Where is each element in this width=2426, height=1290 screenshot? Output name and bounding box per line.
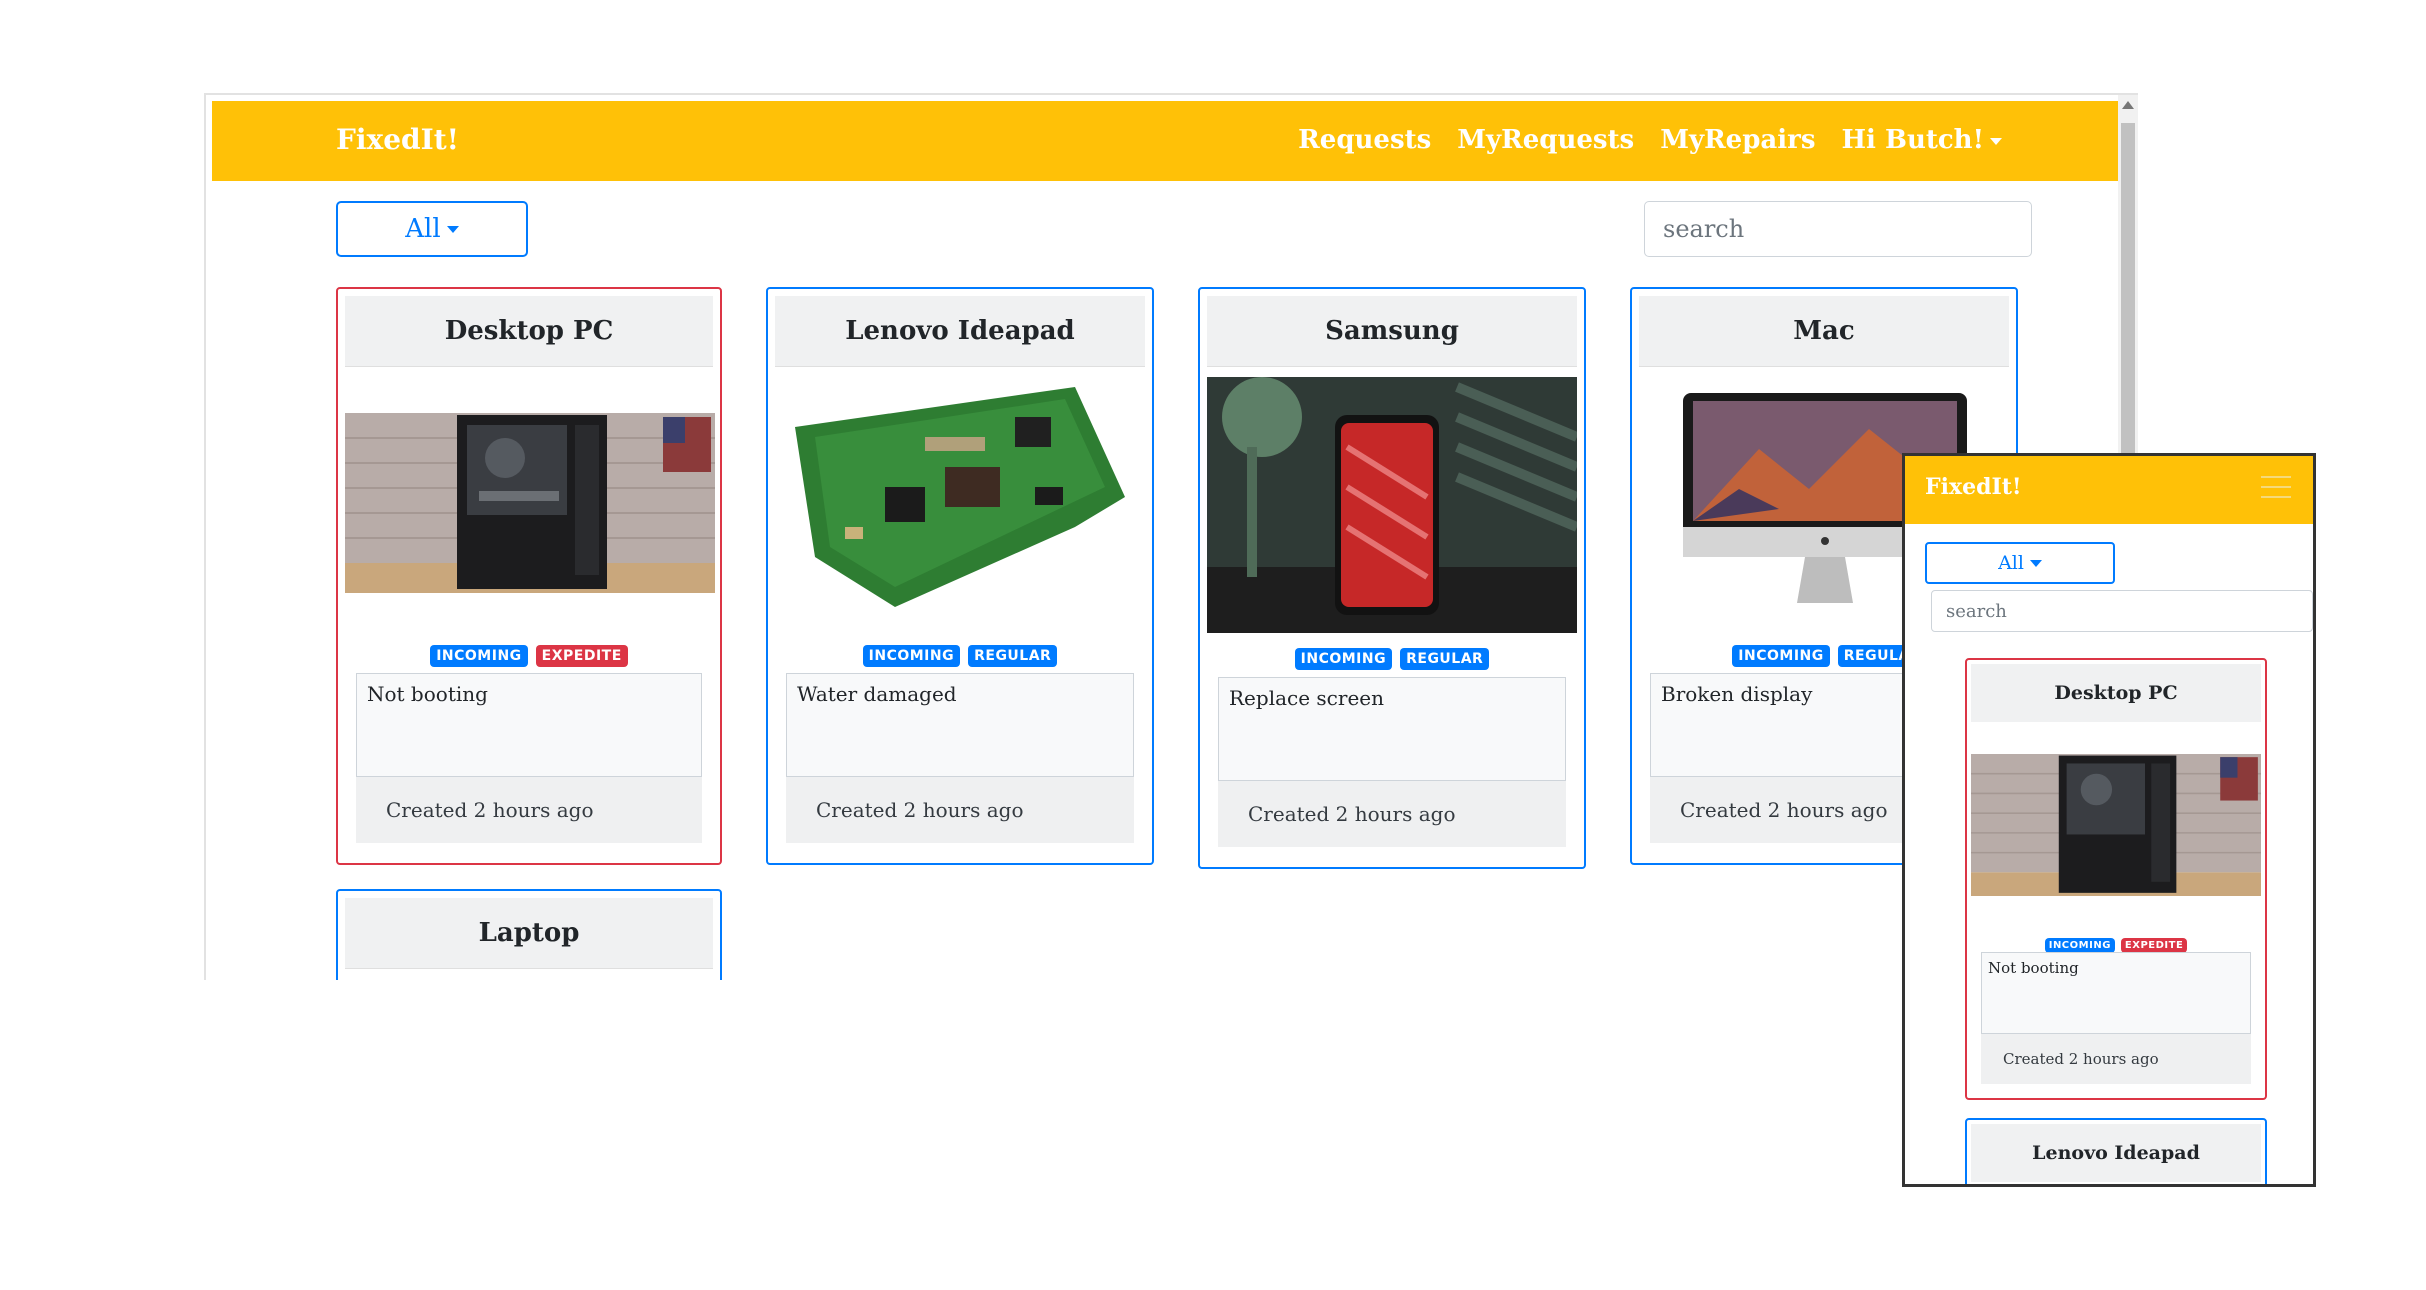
motherboard-image xyxy=(775,377,1145,627)
request-card[interactable]: Samsung INCOMING REGULAR Replace screen … xyxy=(1198,287,1586,869)
navbar: FixedIt! Requests MyRequests MyRepairs H… xyxy=(212,101,2118,181)
card-title: Mac xyxy=(1639,296,2009,367)
card-title: Laptop xyxy=(345,898,713,969)
nav-links: Requests MyRequests MyRepairs Hi Butch! xyxy=(1298,125,2002,155)
nav-link-myrepairs[interactable]: MyRepairs xyxy=(1660,125,1815,155)
mobile-filter-label: All xyxy=(1998,552,2024,574)
status-filter-dropdown[interactable]: All xyxy=(336,201,528,257)
scroll-up-arrow-icon[interactable] xyxy=(2122,101,2134,109)
card-description: Not booting xyxy=(356,673,702,777)
desktop-pc-image xyxy=(1971,754,2261,896)
status-badge: INCOMING xyxy=(430,645,528,667)
smartphone-image xyxy=(1207,377,1577,633)
status-badge: INCOMING xyxy=(1294,648,1393,670)
user-menu-label: Hi Butch! xyxy=(1841,125,1984,155)
priority-badge: REGULAR xyxy=(1400,648,1490,670)
mobile-card-description: Not booting xyxy=(1981,952,2251,1034)
mobile-request-card[interactable]: Desktop PC INCOMING EXPEDITE Not booting… xyxy=(1965,658,2267,1100)
search-input[interactable] xyxy=(1644,201,2032,257)
desktop-pc-image xyxy=(345,413,715,593)
mobile-card-badges: INCOMING EXPEDITE xyxy=(1967,938,2265,953)
nav-link-myrequests[interactable]: MyRequests xyxy=(1457,125,1634,155)
card-title: Lenovo Ideapad xyxy=(775,296,1145,367)
card-title: Desktop PC xyxy=(345,296,713,367)
request-card[interactable]: Laptop xyxy=(336,889,722,980)
card-description: Water damaged xyxy=(786,673,1134,777)
nav-link-requests[interactable]: Requests xyxy=(1298,125,1431,155)
mobile-search-input[interactable] xyxy=(1931,590,2313,632)
card-badges: INCOMING EXPEDITE xyxy=(338,645,720,667)
hamburger-menu-icon[interactable] xyxy=(2261,476,2291,500)
card-badges: INCOMING REGULAR xyxy=(1200,648,1584,670)
status-badge: INCOMING xyxy=(1732,645,1830,667)
request-card[interactable]: Desktop PC INCOMING EXPEDITE Not booting… xyxy=(336,287,722,865)
mobile-card-title: Lenovo Ideapad xyxy=(1971,1124,2261,1182)
card-footer: Created 2 hours ago xyxy=(1218,781,1566,847)
priority-badge: EXPEDITE xyxy=(2120,938,2188,953)
mobile-request-card[interactable]: Lenovo Ideapad xyxy=(1965,1118,2267,1184)
caret-down-icon xyxy=(1990,137,2002,145)
request-card[interactable]: Lenovo Ideapad INCOMING REGULAR Water da… xyxy=(766,287,1154,865)
filter-label: All xyxy=(405,214,441,244)
mobile-status-filter-dropdown[interactable]: All xyxy=(1925,542,2115,584)
card-description: Replace screen xyxy=(1218,677,1566,781)
mobile-card-footer: Created 2 hours ago xyxy=(1981,1034,2251,1084)
priority-badge: EXPEDITE xyxy=(535,645,628,667)
card-title: Samsung xyxy=(1207,296,1577,367)
desktop-browser-view: FixedIt! Requests MyRequests MyRepairs H… xyxy=(204,93,2138,980)
caret-down-icon xyxy=(446,225,459,233)
mobile-brand-logo[interactable]: FixedIt! xyxy=(1925,474,2022,500)
card-footer: Created 2 hours ago xyxy=(786,777,1134,843)
card-footer: Created 2 hours ago xyxy=(356,777,702,843)
mobile-preview: FixedIt! All Desktop PC INCOMING EXPEDIT… xyxy=(1902,453,2316,1187)
mobile-card-title: Desktop PC xyxy=(1971,664,2261,722)
status-badge: INCOMING xyxy=(862,645,961,667)
caret-down-icon xyxy=(2029,559,2042,567)
card-badges: INCOMING REGULAR xyxy=(768,645,1152,667)
priority-badge: REGULAR xyxy=(968,645,1058,667)
user-menu-dropdown[interactable]: Hi Butch! xyxy=(1841,125,2002,155)
mobile-navbar: FixedIt! xyxy=(1905,456,2313,524)
brand-logo[interactable]: FixedIt! xyxy=(336,123,459,156)
status-badge: INCOMING xyxy=(2044,938,2115,953)
